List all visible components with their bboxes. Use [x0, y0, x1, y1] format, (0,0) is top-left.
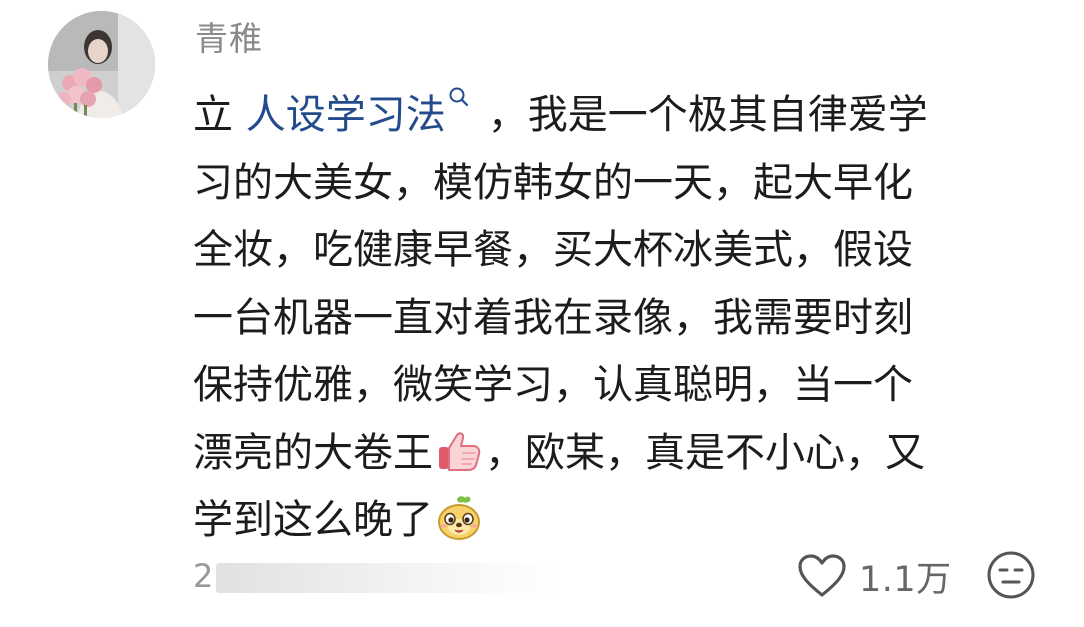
comment-line-4: 一台机器一直对着我在录像，我需要时刻: [193, 294, 913, 341]
comment-line-3: 全妆，吃健康早餐，买大杯冰美式，假设: [193, 227, 913, 273]
comment-time: 2: [193, 557, 214, 595]
comment-text-segment: 漂亮的大卷王: [193, 429, 433, 476]
like-button[interactable]: 1.1万: [797, 549, 952, 603]
comment-line-5: 保持优雅，微笑学习，认真聪明，当一个: [193, 362, 913, 408]
comment-text-segment: ，我是一个极其自律爱学: [487, 92, 928, 138]
comment-line-6: 漂亮的大卷王 ，欧某，真是不小心，又: [193, 420, 973, 488]
comment-line-2: 习的大美女，模仿韩女的一天，起大早化: [193, 159, 913, 206]
comment-line-1: 立 人设学习法 ，我是一个极其自律爱学: [193, 82, 973, 150]
thumbs-up-emoji: [439, 431, 481, 471]
username[interactable]: 青稚: [195, 16, 263, 62]
heart-outline-icon: [798, 554, 846, 597]
meh-face-icon: [987, 551, 1035, 599]
topic-link-label[interactable]: 人设学习法: [246, 92, 446, 138]
yellow-dog-emoji: [438, 496, 480, 540]
comment-text: 立 人设学习法 ，我是一个极其自律爱学 习的大美女，模仿韩女的一天，起大早化 全妆…: [193, 82, 973, 555]
avatar[interactable]: [48, 11, 155, 118]
comment-text-segment: ，欧某，真是不小心，又: [485, 429, 925, 476]
comment-text-segment: 立: [193, 92, 233, 138]
dislike-button[interactable]: [985, 549, 1037, 601]
search-icon: [449, 87, 468, 107]
topic-link[interactable]: 人设学习法: [246, 87, 488, 138]
comment-line-7: 学到这么晚了: [193, 487, 973, 555]
blurred-time-region: [216, 563, 561, 593]
like-count: 1.1万: [859, 559, 952, 600]
comment-text-segment: 学到这么晚了: [193, 497, 433, 543]
